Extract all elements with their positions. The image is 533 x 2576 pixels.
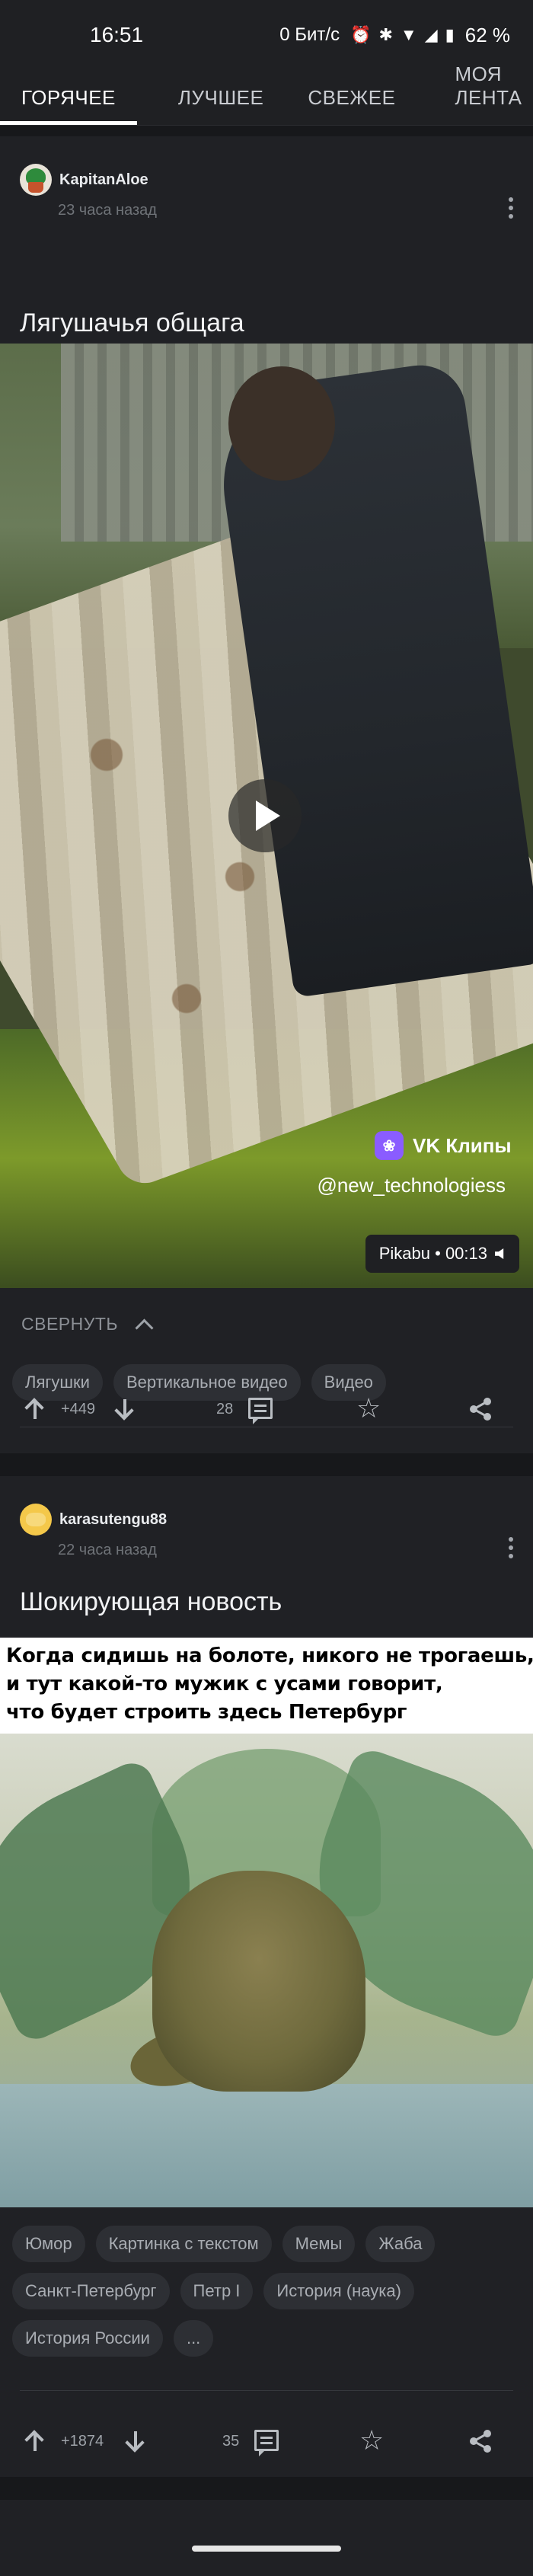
chevron-up-icon bbox=[135, 1318, 154, 1338]
rating: +449 bbox=[61, 1401, 96, 1417]
meme-caption: Когда сидишь на болоте, никого не трогае… bbox=[6, 1642, 533, 1727]
wifi-icon: ▼ bbox=[400, 25, 417, 44]
home-indicator[interactable] bbox=[192, 2546, 341, 2552]
comment-count: 35 bbox=[222, 2433, 240, 2450]
video-duration-pill[interactable]: Pikabu • 00:13 bbox=[365, 1235, 519, 1273]
post-author[interactable]: KapitanAloe bbox=[20, 164, 148, 196]
tab-hot[interactable]: ГОРЯЧЕЕ bbox=[0, 86, 137, 125]
avatar[interactable] bbox=[20, 1504, 52, 1536]
post-card-next bbox=[0, 2500, 533, 2576]
alarm-icon: ⏰ bbox=[350, 25, 372, 44]
status-right: 0 Бит/с ⏰ ✱ ▼ ◢ ▮ 62 % bbox=[279, 24, 510, 47]
tag[interactable]: Юмор bbox=[12, 2226, 85, 2262]
comments-icon[interactable] bbox=[254, 2430, 279, 2456]
post-time: 22 часа назад bbox=[58, 1542, 157, 1558]
rating: +1874 bbox=[61, 2433, 104, 2450]
vk-clips-icon: ❀ bbox=[375, 1131, 404, 1160]
tag[interactable]: Мемы bbox=[282, 2226, 356, 2262]
upvote-icon[interactable] bbox=[26, 1398, 44, 1421]
post-tags: Лягушки Вертикальное видео Видео bbox=[12, 1364, 521, 1401]
post-title[interactable]: Лягушачья общага bbox=[20, 308, 244, 338]
volume-icon[interactable] bbox=[495, 1248, 504, 1259]
star-icon[interactable]: ☆ bbox=[356, 1395, 384, 1422]
post-author[interactable]: karasutengu88 bbox=[20, 1504, 167, 1536]
post-tags: Юмор Картинка с текстом Мемы Жаба Санкт-… bbox=[12, 2226, 521, 2357]
post-actions: +449 28 ☆ bbox=[0, 1395, 533, 1443]
tag[interactable]: Жаба bbox=[365, 2226, 436, 2262]
tag[interactable]: Лягушки bbox=[12, 1364, 103, 1401]
share-icon[interactable] bbox=[468, 1396, 493, 1422]
tag[interactable]: История (наука) bbox=[263, 2273, 414, 2309]
tab-best[interactable]: ЛУЧШЕЕ bbox=[178, 86, 263, 125]
upvote-icon[interactable] bbox=[26, 2430, 44, 2453]
vk-clips-badge: ❀ VK Клипы bbox=[375, 1131, 512, 1160]
post-actions: +1874 35 ☆ bbox=[0, 2427, 533, 2475]
video-duration: Pikabu • 00:13 bbox=[378, 1244, 487, 1263]
battery-percent: 62 % bbox=[464, 23, 510, 46]
status-icons: ⏰ ✱ ▼ ◢ ▮ bbox=[350, 27, 455, 43]
signal-icon: ◢ bbox=[424, 25, 438, 44]
author-name[interactable]: KapitanAloe bbox=[59, 171, 148, 189]
tab-my-feed[interactable]: МОЯ ЛЕНТА bbox=[455, 62, 533, 125]
video-watermark-user: @new_technologiess bbox=[317, 1174, 506, 1197]
meme-caption-line: и тут какой-то мужик с усами говорит, bbox=[6, 1673, 443, 1695]
avatar[interactable] bbox=[20, 164, 52, 196]
tag[interactable]: Вертикальное видео bbox=[113, 1364, 301, 1401]
post-card: KapitanAloe 23 часа назад Лягушачья обща… bbox=[0, 136, 533, 1453]
downvote-icon[interactable] bbox=[116, 1398, 134, 1421]
comments-icon[interactable] bbox=[248, 1398, 273, 1424]
divider bbox=[20, 2390, 513, 2391]
tag[interactable]: История России bbox=[12, 2320, 163, 2357]
post-time: 23 часа назад bbox=[58, 202, 157, 219]
star-icon[interactable]: ☆ bbox=[359, 2427, 387, 2454]
collapse-button[interactable]: СВЕРНУТЬ bbox=[21, 1314, 154, 1338]
frog-illustration bbox=[0, 1734, 533, 2207]
comment-count: 28 bbox=[216, 1401, 234, 1417]
collapse-label: СВЕРНУТЬ bbox=[21, 1314, 118, 1334]
meme-caption-line: Когда сидишь на болоте, никого не трогае… bbox=[6, 1644, 533, 1667]
downvote-icon[interactable] bbox=[126, 2430, 145, 2453]
vk-clips-label: VK Клипы bbox=[413, 1133, 512, 1157]
feed-tabs: ГОРЯЧЕЕ ЛУЧШЕЕ СВЕЖЕЕ МОЯ ЛЕНТА bbox=[0, 62, 533, 126]
battery-icon: ▮ bbox=[445, 25, 455, 44]
tag[interactable]: Картинка с текстом bbox=[95, 2226, 272, 2262]
tag[interactable]: Санкт-Петербург bbox=[12, 2273, 170, 2309]
play-button[interactable] bbox=[228, 779, 302, 852]
more-options-icon[interactable] bbox=[509, 197, 513, 222]
more-options-icon[interactable] bbox=[509, 1537, 513, 1562]
post-image[interactable]: Когда сидишь на болоте, никого не трогае… bbox=[0, 1638, 533, 2207]
status-time: 16:51 bbox=[90, 23, 144, 46]
share-icon[interactable] bbox=[468, 2428, 493, 2454]
post-card: karasutengu88 22 часа назад Шокирующая н… bbox=[0, 1476, 533, 2477]
status-bar: 16:51 0 Бит/с ⏰ ✱ ▼ ◢ ▮ 62 % bbox=[0, 0, 533, 70]
net-speed: 0 Бит/с bbox=[279, 24, 340, 45]
post-video[interactable]: ❀ VK Клипы @new_technologiess Pikabu • 0… bbox=[0, 344, 533, 1288]
meme-caption-line: что будет строить здесь Петербург bbox=[6, 1701, 407, 1724]
tag[interactable]: Петр I bbox=[180, 2273, 254, 2309]
author-name[interactable]: karasutengu88 bbox=[59, 1511, 167, 1529]
bluetooth-icon: ✱ bbox=[378, 25, 393, 44]
post-title[interactable]: Шокирующая новость bbox=[20, 1587, 282, 1617]
more-tags-button[interactable]: ... bbox=[173, 2320, 214, 2357]
tab-fresh[interactable]: СВЕЖЕЕ bbox=[308, 86, 395, 125]
